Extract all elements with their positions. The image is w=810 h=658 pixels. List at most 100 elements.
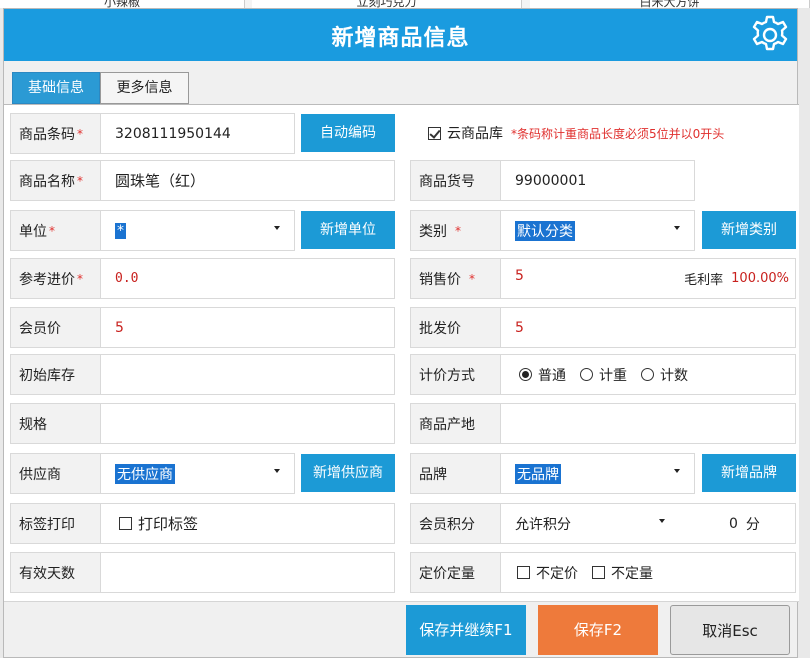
barcode-input[interactable]: 3208111950144 (101, 114, 294, 153)
tab-basic-info[interactable]: 基础信息 (12, 72, 100, 104)
initial-stock-input[interactable] (101, 355, 394, 394)
brand-label: 品牌 (411, 454, 501, 493)
pricing-count-label: 计数 (660, 367, 688, 384)
chevron-down-icon[interactable] (674, 226, 680, 230)
save-and-continue-button[interactable]: 保存并继续F1 (406, 605, 526, 655)
fixed-price-quantity-field: 定价定量 不定价 不定量 (410, 552, 796, 593)
wholesale-price-label: 批发价 (411, 308, 501, 347)
unit-label: 单位 * (11, 211, 101, 250)
wholesale-price-input[interactable]: 5 (501, 308, 795, 347)
save-button[interactable]: 保存F2 (538, 605, 658, 655)
shelf-days-label: 有效天数 (11, 553, 101, 592)
origin-input[interactable] (501, 404, 795, 443)
chevron-down-icon[interactable] (274, 469, 280, 473)
print-label-checkbox[interactable] (119, 517, 132, 530)
cancel-button[interactable]: 取消Esc (670, 605, 790, 655)
supplier-select[interactable]: 无供应商 (101, 454, 294, 493)
wholesale-price-field: 批发价 5 (410, 307, 796, 348)
item-number-label: 商品货号 (411, 161, 501, 200)
barcode-weight-note: *条码称计重商品长度必须5位并以0开头 (511, 126, 725, 141)
pricing-method-options: 普通 计重 计数 (501, 355, 795, 394)
category-label: 类别 * (411, 211, 501, 250)
shelf-days-field: 有效天数 (10, 552, 395, 593)
fixed-price-quantity-label: 定价定量 (411, 553, 501, 592)
member-points-label: 会员积分 (411, 504, 501, 543)
member-price-field: 会员价 5 (10, 307, 395, 348)
cloud-library-checkbox[interactable] (428, 126, 441, 140)
background-product-tile: 白米大方饼 (530, 0, 810, 8)
category-select[interactable]: 默认分类 (501, 211, 694, 250)
shelf-days-input[interactable] (101, 553, 394, 592)
add-brand-button[interactable]: 新增品牌 (702, 454, 796, 492)
pricing-normal-radio[interactable] (519, 368, 532, 381)
gross-margin-value: 100.00% (731, 271, 789, 286)
unit-selected-value: * (115, 222, 126, 239)
barcode-label: 商品条码 * (11, 114, 101, 153)
background-product-strip: 小辣椒 立刻巧克力 白米大方饼 (0, 0, 810, 8)
supplier-selected-value: 无供应商 (115, 463, 175, 484)
member-points-unit: 分 (745, 516, 760, 533)
not-fixed-price-checkbox[interactable] (517, 566, 530, 579)
add-category-button[interactable]: 新增类别 (702, 211, 796, 249)
member-points-field: 会员积分 允许积分 0 分 (410, 503, 796, 544)
product-name-field: 商品名称 * 圆珠笔（红） (10, 160, 395, 201)
initial-stock-field: 初始库存 (10, 354, 395, 395)
tab-more-info[interactable]: 更多信息 (100, 72, 189, 104)
basic-info-panel: 商品条码 * 3208111950144 自动编码 云商品库 *条码称计重商品长度… (4, 104, 799, 602)
gross-margin: 毛利率 100.00% (684, 259, 789, 298)
chevron-down-icon[interactable] (274, 226, 280, 230)
sale-price-field: 销售价 * 5 毛利率 100.00% (410, 258, 796, 299)
origin-label: 商品产地 (411, 404, 501, 443)
dialog-title-bar: 新增商品信息 (4, 9, 797, 61)
add-unit-button[interactable]: 新增单位 (301, 211, 395, 249)
label-print-field: 标签打印 打印标签 (10, 503, 395, 544)
unit-select[interactable]: * (101, 211, 294, 250)
purchase-price-input[interactable]: 0.0 (101, 259, 394, 298)
gross-margin-label: 毛利率 (684, 273, 724, 288)
print-label-option[interactable]: 打印标签 (101, 504, 394, 543)
product-name-label: 商品名称 * (11, 161, 101, 200)
sale-price-label: 销售价 * (411, 259, 501, 298)
pricing-count-radio[interactable] (641, 368, 654, 381)
product-name-input[interactable]: 圆珠笔（红） (101, 161, 394, 200)
brand-field: 品牌 无品牌 (410, 453, 695, 494)
purchase-price-field: 参考进价 * 0.0 (10, 258, 395, 299)
pricing-weight-radio[interactable] (580, 368, 593, 381)
print-label-text: 打印标签 (138, 515, 199, 533)
member-points-value[interactable]: 0 (729, 516, 738, 532)
member-price-input[interactable]: 5 (101, 308, 394, 347)
add-supplier-button[interactable]: 新增供应商 (301, 454, 395, 492)
brand-select[interactable]: 无品牌 (501, 454, 694, 493)
cloud-library-option[interactable]: 云商品库 *条码称计重商品长度必须5位并以0开头 (428, 121, 724, 145)
new-product-dialog: 新增商品信息 基础信息 更多信息 商品条码 * 3208111950144 自动编… (3, 8, 799, 658)
chevron-down-icon[interactable] (674, 469, 680, 473)
not-fixed-quantity-checkbox[interactable] (592, 566, 605, 579)
member-points-select[interactable]: 允许积分 (501, 504, 671, 543)
spec-input[interactable] (101, 404, 394, 443)
dialog-title: 新增商品信息 (331, 26, 470, 51)
sale-price-input[interactable]: 5 (501, 256, 651, 295)
auto-code-button[interactable]: 自动编码 (301, 114, 395, 152)
supplier-label: 供应商 (11, 454, 101, 493)
item-number-field: 商品货号 99000001 (410, 160, 695, 201)
barcode-field: 商品条码 * 3208111950144 (10, 113, 295, 154)
not-fixed-quantity-label: 不定量 (611, 565, 653, 582)
initial-stock-label: 初始库存 (11, 355, 101, 394)
fixed-options: 不定价 不定量 (501, 553, 795, 592)
origin-field: 商品产地 (410, 403, 796, 444)
chevron-down-icon[interactable] (659, 519, 665, 523)
member-price-label: 会员价 (11, 308, 101, 347)
member-points-amount[interactable]: 0 分 (729, 504, 760, 543)
not-fixed-price-label: 不定价 (536, 565, 578, 582)
pricing-normal-label: 普通 (538, 367, 566, 384)
gear-icon[interactable] (749, 14, 791, 56)
category-selected-value: 默认分类 (515, 220, 575, 241)
label-print-label: 标签打印 (11, 504, 101, 543)
purchase-price-label: 参考进价 * (11, 259, 101, 298)
item-number-input[interactable]: 99000001 (501, 161, 694, 200)
category-field: 类别 * 默认分类 (410, 210, 695, 251)
cloud-library-label: 云商品库 (447, 126, 503, 142)
spec-label: 规格 (11, 404, 101, 443)
background-product-tile: 立刻巧克力 (252, 0, 522, 8)
brand-selected-value: 无品牌 (515, 463, 561, 484)
